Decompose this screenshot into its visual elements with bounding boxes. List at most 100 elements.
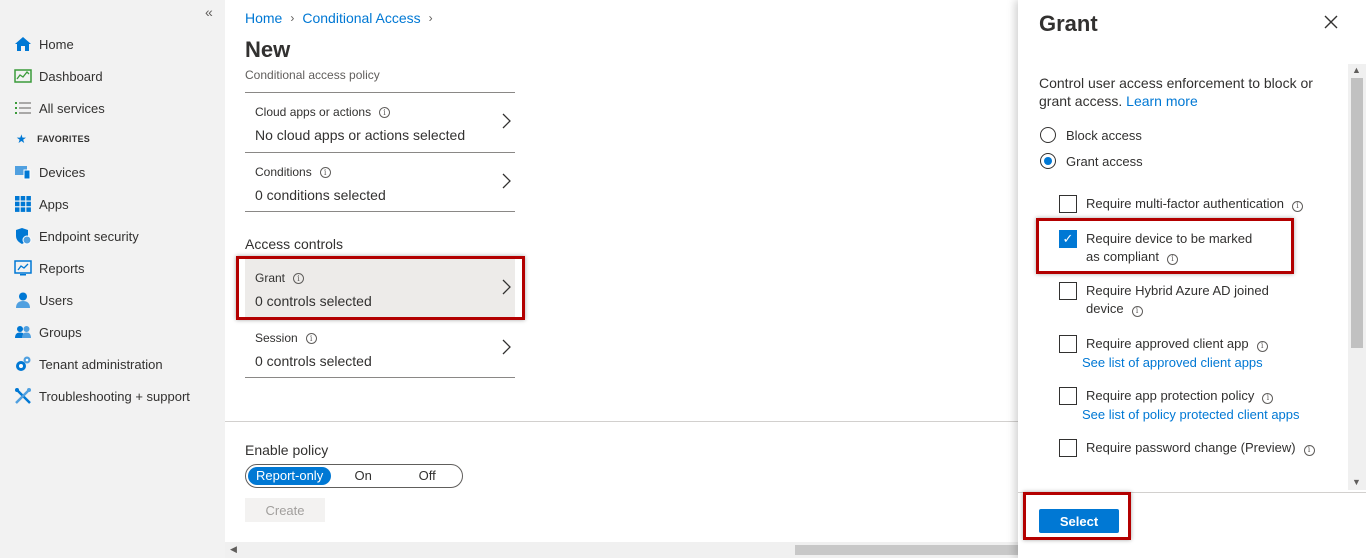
create-button[interactable]: Create — [245, 498, 325, 522]
sidebar-item-label: Tenant administration — [39, 356, 163, 372]
sidebar-item-tenant-administration[interactable]: Tenant administration — [14, 352, 163, 376]
grant-panel: Grant Control user access enforcement to… — [1018, 0, 1366, 558]
toggle-option-on[interactable]: On — [331, 467, 395, 485]
checkmark-icon: ✓ — [1062, 231, 1074, 246]
info-icon[interactable]: i — [1303, 444, 1315, 456]
info-icon[interactable]: i — [1256, 340, 1268, 352]
row-label: Session — [255, 331, 298, 345]
sidebar-item-groups[interactable]: Groups — [14, 320, 82, 344]
enable-policy-label: Enable policy — [245, 442, 329, 458]
info-icon[interactable]: i — [305, 332, 317, 344]
protected-apps-link[interactable]: See list of policy protected client apps — [1082, 406, 1300, 424]
collapse-sidebar-icon[interactable]: « — [205, 4, 213, 20]
page-subtitle: Conditional access policy — [245, 68, 380, 82]
checkbox-require-hybrid-join[interactable]: Require Hybrid Azure AD joined device i — [1059, 282, 1274, 318]
sidebar: « Home Dashboard All services ★ FAVORITE… — [0, 0, 225, 558]
radio-circle[interactable] — [1040, 153, 1056, 169]
sidebar-item-reports[interactable]: Reports — [14, 256, 85, 280]
sidebar-item-apps[interactable]: Apps — [14, 192, 69, 216]
scrollbar-thumb[interactable] — [795, 545, 1018, 555]
chevron-right-icon — [502, 173, 511, 189]
checkbox[interactable] — [1059, 439, 1077, 457]
cloud-apps-row[interactable]: Cloud apps or actions i No cloud apps or… — [245, 92, 515, 152]
devices-icon — [14, 163, 32, 181]
info-icon[interactable]: i — [1262, 392, 1274, 404]
row-value: No cloud apps or actions selected — [255, 127, 466, 143]
horizontal-scrollbar[interactable]: ◀ — [225, 542, 1018, 558]
sidebar-item-label: Users — [39, 292, 73, 308]
scrollbar-thumb[interactable] — [1351, 78, 1363, 348]
groups-icon — [14, 323, 32, 341]
breadcrumb-home-link[interactable]: Home — [245, 10, 282, 26]
sidebar-item-troubleshooting[interactable]: Troubleshooting + support — [14, 384, 190, 408]
toggle-option-off[interactable]: Off — [395, 467, 459, 485]
sidebar-item-home[interactable]: Home — [14, 32, 74, 56]
chevron-right-icon — [502, 279, 511, 295]
favorites-header: ★ FAVORITES — [16, 132, 91, 146]
select-button[interactable]: Select — [1039, 509, 1119, 533]
sidebar-item-dashboard[interactable]: Dashboard — [14, 64, 103, 88]
sidebar-item-label: Troubleshooting + support — [39, 388, 190, 404]
checkbox-require-app-protection[interactable]: Require app protection policy i See list … — [1059, 387, 1300, 424]
sidebar-item-label: Apps — [39, 196, 69, 212]
sidebar-item-label: Dashboard — [39, 68, 103, 84]
scroll-left-icon[interactable]: ◀ — [230, 544, 237, 555]
dashboard-icon — [14, 67, 32, 85]
info-icon[interactable]: i — [1292, 200, 1303, 212]
sidebar-item-devices[interactable]: Devices — [14, 160, 85, 184]
grant-row[interactable]: Grant i 0 controls selected — [245, 258, 515, 318]
info-icon[interactable]: i — [1131, 305, 1143, 317]
checkbox[interactable] — [1059, 195, 1077, 213]
list-icon — [14, 99, 32, 117]
scroll-up-icon[interactable]: ▲ — [1352, 65, 1361, 75]
info-icon[interactable]: i — [379, 106, 391, 118]
sidebar-item-all-services[interactable]: All services — [14, 96, 105, 120]
close-icon[interactable] — [1322, 13, 1340, 31]
row-label: Grant — [255, 271, 286, 285]
sidebar-item-users[interactable]: Users — [14, 288, 73, 312]
checkbox[interactable] — [1059, 335, 1077, 353]
sidebar-item-label: Home — [39, 36, 74, 52]
breadcrumb: Home › Conditional Access › — [245, 10, 441, 26]
radio-circle[interactable] — [1040, 127, 1056, 143]
scroll-down-icon[interactable]: ▼ — [1352, 477, 1361, 487]
toggle-option-report-only[interactable]: Report-only — [248, 467, 332, 485]
radio-block-access[interactable]: Block access — [1040, 127, 1142, 143]
learn-more-link[interactable]: Learn more — [1126, 93, 1198, 109]
user-icon — [14, 291, 32, 309]
row-label: Cloud apps or actions — [255, 105, 372, 119]
conditions-row[interactable]: Conditions i 0 conditions selected — [245, 152, 515, 212]
sidebar-item-label: Groups — [39, 324, 82, 340]
breadcrumb-conditional-access-link[interactable]: Conditional Access — [302, 10, 420, 26]
chevron-right-icon: › — [290, 11, 295, 25]
enable-policy-toggle: Report-only On Off — [245, 464, 463, 488]
info-icon[interactable]: i — [293, 272, 305, 284]
panel-description: Control user access enforcement to block… — [1039, 75, 1313, 109]
approved-apps-link[interactable]: See list of approved client apps — [1082, 354, 1268, 372]
checkbox-require-compliant-device[interactable]: ✓ Require device to be marked as complia… — [1059, 230, 1269, 266]
row-value: 0 controls selected — [255, 293, 372, 309]
checkbox[interactable] — [1059, 387, 1077, 405]
chevron-right-icon — [502, 339, 511, 355]
radio-grant-access[interactable]: Grant access — [1040, 153, 1143, 169]
session-row[interactable]: Session i 0 controls selected — [245, 318, 515, 378]
panel-footer-divider — [1018, 492, 1366, 493]
checkbox-require-mfa[interactable]: Require multi-factor authentication i — [1059, 195, 1303, 213]
checkbox[interactable]: ✓ — [1059, 230, 1077, 248]
info-icon[interactable]: i — [1166, 253, 1178, 265]
chevron-right-icon — [502, 113, 511, 129]
info-icon[interactable]: i — [319, 166, 331, 178]
row-value: 0 conditions selected — [255, 187, 386, 203]
star-icon: ★ — [16, 132, 28, 146]
checkbox-require-approved-app[interactable]: Require approved client app i See list of… — [1059, 335, 1268, 372]
sidebar-item-endpoint-security[interactable]: Endpoint security — [14, 224, 139, 248]
checkbox-require-password-change[interactable]: Require password change (Preview) i — [1059, 439, 1315, 457]
apps-icon — [14, 195, 32, 213]
reports-icon — [14, 259, 32, 277]
page-title: New — [245, 37, 291, 62]
checkbox[interactable] — [1059, 282, 1077, 300]
row-label: Conditions — [255, 165, 312, 179]
sidebar-item-label: Reports — [39, 260, 85, 276]
gear-icon — [14, 355, 32, 373]
vertical-scrollbar[interactable]: ▲ ▼ — [1348, 64, 1366, 490]
